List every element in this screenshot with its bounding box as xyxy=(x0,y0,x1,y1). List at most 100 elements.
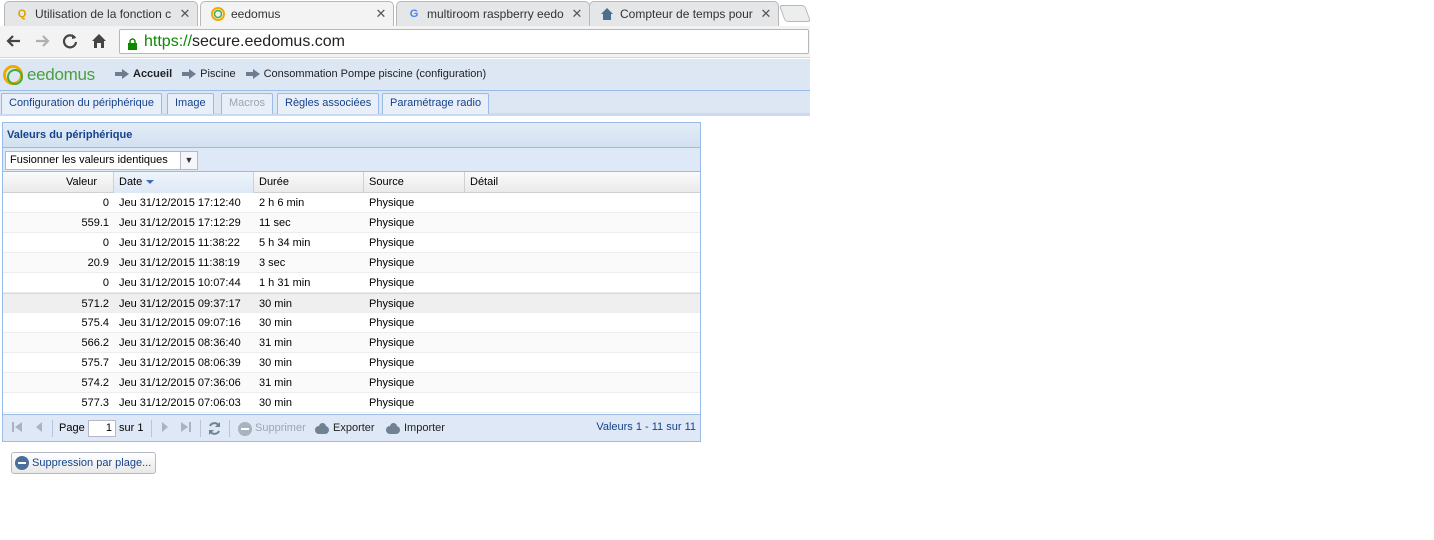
table-row[interactable]: 571.2 Jeu 31/12/2015 09:37:17 30 min Physiq… xyxy=(3,293,700,313)
refresh-icon[interactable] xyxy=(207,421,222,436)
cell-source: Physique xyxy=(369,337,415,349)
cell-date: Jeu 31/12/2015 09:37:17 xyxy=(119,298,241,310)
eedomus-logo[interactable]: eedomus xyxy=(3,64,95,86)
values-panel: Valeurs du périphérique Fusionner les va… xyxy=(2,122,701,442)
arrow-right-icon xyxy=(115,69,129,79)
cell-duree: 2 h 6 min xyxy=(259,197,305,209)
cell-valeur: 559.1 xyxy=(81,217,109,229)
chevron-down-icon[interactable]: ▼ xyxy=(180,152,197,169)
cell-date: Jeu 31/12/2015 11:38:22 xyxy=(119,237,240,249)
import-button[interactable]: Importer xyxy=(385,420,445,437)
reload-icon[interactable] xyxy=(60,32,80,52)
tab-parametrage-radio[interactable]: Paramétrage radio xyxy=(382,93,490,114)
table-row[interactable]: 575.4 Jeu 31/12/2015 09:07:16 30 min Physiq… xyxy=(3,313,700,333)
cell-detail xyxy=(465,193,700,213)
table-row[interactable]: 20.9 Jeu 31/12/2015 11:38:19 3 sec Physique xyxy=(3,253,700,273)
column-header-detail[interactable]: Détail xyxy=(465,172,700,193)
breadcrumb-item-piscine[interactable]: Piscine xyxy=(182,68,236,80)
page-label: Page xyxy=(59,422,85,434)
back-arrow-icon[interactable] xyxy=(4,32,24,52)
minus-circle-icon xyxy=(238,421,252,436)
cell-source: Physique xyxy=(369,277,415,289)
cell-source: Physique xyxy=(369,197,415,209)
table-row[interactable]: 575.7 Jeu 31/12/2015 08:06:39 30 min Physiq… xyxy=(3,353,700,373)
panel-toolbar: Fusionner les valeurs identiques ▼ xyxy=(3,148,700,172)
tab-image[interactable]: Image xyxy=(167,93,214,114)
page-count-label: sur 1 xyxy=(119,422,144,434)
browser-tabstrip: Q Utilisation de la fonction c ✕ eedomus… xyxy=(0,0,812,26)
grid-header: Valeur Date Durée Source Détail xyxy=(3,172,700,193)
table-row[interactable]: 559.1 Jeu 31/12/2015 17:12:29 11 sec Physiq… xyxy=(3,213,700,233)
breadcrumb-label: Consommation Pompe piscine (configuratio… xyxy=(263,68,487,80)
column-header-date[interactable]: Date xyxy=(114,172,254,193)
close-tab-icon[interactable]: ✕ xyxy=(375,6,387,22)
cell-detail xyxy=(465,253,700,273)
cell-valeur: 0 xyxy=(102,197,109,209)
column-header-duree[interactable]: Durée xyxy=(254,172,364,193)
cell-detail xyxy=(465,393,700,413)
cell-duree: 30 min xyxy=(259,298,293,310)
close-tab-icon[interactable]: ✕ xyxy=(571,6,583,22)
sort-descending-icon xyxy=(146,180,155,185)
column-header-valeur[interactable]: Valeur xyxy=(3,172,114,193)
breadcrumb: Accueil Piscine Consommation Pompe pisci… xyxy=(115,68,496,80)
column-header-label: Date xyxy=(119,176,143,188)
browser-tab-title: Compteur de temps pour xyxy=(620,7,753,21)
delete-by-range-label: Suppression par plage... xyxy=(32,457,152,469)
browser-tab-4[interactable]: Compteur de temps pour ✕ xyxy=(589,1,779,26)
new-tab-button[interactable] xyxy=(778,5,812,22)
tab-configuration[interactable]: Configuration du périphérique xyxy=(1,93,162,114)
table-row[interactable]: 0 Jeu 31/12/2015 11:38:22 5 h 34 min Physiq… xyxy=(3,233,700,253)
breadcrumb-label: Piscine xyxy=(200,68,236,80)
url-scheme: https:// xyxy=(144,33,193,50)
cell-valeur: 571.2 xyxy=(81,298,109,310)
cell-valeur: 577.3 xyxy=(81,397,109,409)
page-number-input[interactable]: 1 xyxy=(88,420,116,437)
cell-source: Physique xyxy=(369,217,415,229)
cloud-download-icon xyxy=(314,422,330,435)
breadcrumb-item-accueil[interactable]: Accueil xyxy=(115,68,172,80)
table-row[interactable]: 0 Jeu 31/12/2015 10:07:44 1 h 31 min Physiq… xyxy=(3,273,700,293)
table-row[interactable]: 0 Jeu 31/12/2015 17:12:40 2 h 6 min Physiqu… xyxy=(3,193,700,213)
tab-macros: Macros xyxy=(221,93,274,114)
cell-duree: 31 min xyxy=(259,337,293,349)
address-bar[interactable]: https://secure.eedomus.com xyxy=(119,29,809,54)
cell-detail xyxy=(465,273,700,293)
next-page-icon xyxy=(159,421,171,436)
cell-valeur: 575.7 xyxy=(81,357,109,369)
delete-button: Supprimer xyxy=(238,420,306,437)
toolbar-separator xyxy=(151,420,152,437)
close-tab-icon[interactable]: ✕ xyxy=(179,6,191,22)
cell-duree: 3 sec xyxy=(259,257,286,269)
last-page-icon xyxy=(180,421,192,436)
table-row[interactable]: 574.2 Jeu 31/12/2015 07:36:06 31 min Physiq… xyxy=(3,373,700,393)
browser-tab-1[interactable]: Q Utilisation de la fonction c ✕ xyxy=(4,1,198,26)
cell-detail xyxy=(465,313,700,333)
forward-arrow-icon[interactable] xyxy=(32,32,52,52)
table-row[interactable]: 566.2 Jeu 31/12/2015 08:36:40 31 min Physiq… xyxy=(3,333,700,353)
arrow-right-icon xyxy=(182,69,197,79)
cell-duree: 30 min xyxy=(259,317,293,329)
panel-title: Valeurs du périphérique xyxy=(3,123,700,148)
close-tab-icon[interactable]: ✕ xyxy=(760,6,772,22)
browser-tab-2[interactable]: eedomus ✕ xyxy=(200,1,394,26)
merge-values-select[interactable]: Fusionner les valeurs identiques ▼ xyxy=(5,151,198,170)
browser-tab-3[interactable]: G multiroom raspberry eedo ✕ xyxy=(396,1,590,26)
toolbar-separator xyxy=(52,420,53,437)
app-header: eedomus Accueil Piscine Consommation Pom… xyxy=(0,59,810,91)
cell-date: Jeu 31/12/2015 11:38:19 xyxy=(119,257,240,269)
export-button[interactable]: Exporter xyxy=(314,420,375,437)
eedomus-logo-icon xyxy=(3,65,23,85)
home-icon[interactable] xyxy=(89,32,109,52)
import-button-label: Importer xyxy=(404,422,445,434)
cell-source: Physique xyxy=(369,257,415,269)
table-row[interactable]: 577.3 Jeu 31/12/2015 07:06:03 30 min Physiq… xyxy=(3,393,700,413)
cell-detail xyxy=(465,294,700,314)
cell-detail xyxy=(465,353,700,373)
browser-tab-title: eedomus xyxy=(231,7,281,21)
delete-by-range-button[interactable]: Suppression par plage... xyxy=(11,452,156,474)
previous-page-icon xyxy=(33,421,45,436)
tab-regles-associees[interactable]: Règles associées xyxy=(277,93,380,114)
column-header-source[interactable]: Source xyxy=(364,172,465,193)
column-header-label: Durée xyxy=(259,176,289,188)
